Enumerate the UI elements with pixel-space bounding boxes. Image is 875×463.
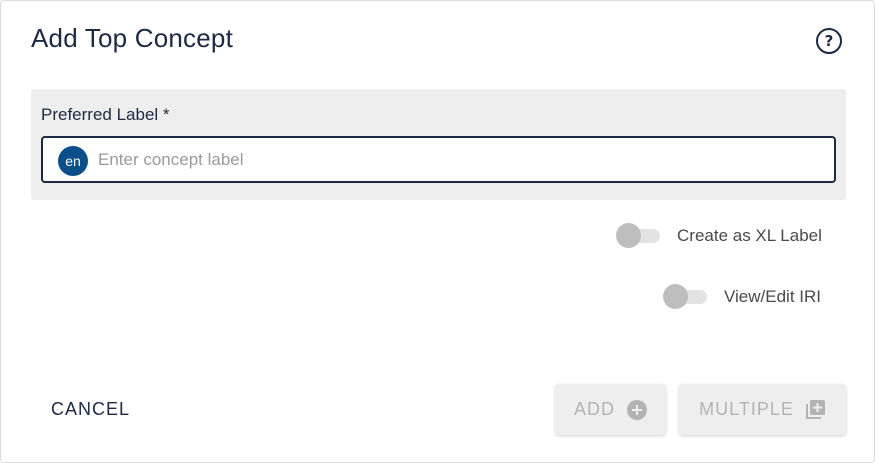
language-badge[interactable]: en — [58, 146, 88, 176]
view-edit-iri-toggle[interactable] — [663, 284, 709, 310]
library-add-icon — [805, 399, 825, 419]
help-button[interactable]: ? — [816, 28, 842, 54]
plus-circle-icon — [627, 399, 647, 420]
toggle-thumb[interactable] — [616, 223, 641, 248]
add-button[interactable]: ADD — [555, 384, 666, 435]
preferred-label-heading: Preferred Label * — [41, 105, 170, 124]
multiple-button-label: MULTIPLE — [699, 399, 794, 419]
preferred-label-panel: Preferred Label * en — [31, 89, 846, 200]
add-button-label: ADD — [573, 399, 615, 419]
xl-label-toggle[interactable] — [616, 223, 662, 249]
xl-label-toggle-label: Create as XL Label — [677, 226, 822, 245]
view-edit-iri-toggle-row[interactable]: View/Edit IRI — [663, 284, 821, 310]
cancel-button[interactable]: CANCEL — [36, 389, 145, 429]
view-edit-iri-toggle-label: View/Edit IRI — [724, 287, 822, 306]
concept-label-input[interactable] — [98, 146, 818, 174]
toggle-thumb[interactable] — [663, 284, 688, 309]
help-circle-icon: ? — [824, 31, 834, 50]
add-top-concept-dialog: Add Top Concept ? Preferred Label * en C… — [0, 0, 875, 463]
dialog-title: Add Top Concept — [31, 23, 233, 53]
xl-label-toggle-row[interactable]: Create as XL Label — [616, 223, 822, 249]
multiple-button[interactable]: MULTIPLE — [679, 384, 846, 435]
preferred-label-field[interactable]: en — [41, 136, 836, 183]
